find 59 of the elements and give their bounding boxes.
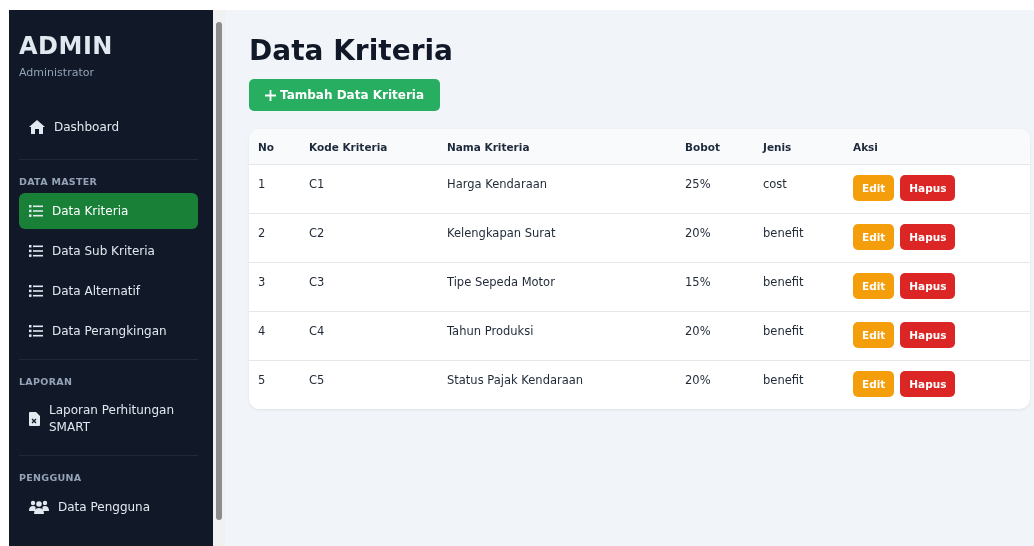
- delete-button[interactable]: Hapus: [900, 371, 956, 397]
- column-header: Bobot: [685, 140, 721, 153]
- table-cell-text: benefit: [763, 323, 805, 338]
- plus-icon: [265, 89, 276, 101]
- list-icon: [29, 205, 43, 217]
- column-header: Kode Kriteria: [309, 140, 389, 153]
- scrollbar[interactable]: [213, 10, 225, 546]
- file-icon: [29, 412, 40, 426]
- table-cell-text: C4: [309, 323, 326, 338]
- table-cell-text: benefit: [763, 225, 805, 240]
- table-cell-text: benefit: [763, 372, 805, 387]
- delete-button[interactable]: Hapus: [900, 322, 956, 348]
- column-header: Nama Kriteria: [447, 140, 531, 153]
- delete-button[interactable]: Hapus: [900, 224, 956, 250]
- nav-item[interactable]: Data Sub Kriteria: [19, 233, 198, 269]
- nav-item[interactable]: Data Pengguna: [19, 489, 198, 525]
- section-heading: LAPORAN: [19, 376, 74, 387]
- list-icon: [29, 285, 43, 297]
- delete-button[interactable]: Hapus: [900, 175, 956, 201]
- table-cell-text: 3: [258, 274, 267, 289]
- table-cell-text: 5: [258, 372, 267, 387]
- table-cell-text: C2: [309, 225, 326, 240]
- column-header: No: [258, 140, 275, 153]
- table-cell-text: benefit: [763, 274, 805, 289]
- nav-item[interactable]: Data Kriteria: [19, 193, 198, 229]
- table-cell-text: Harga Kendaraan: [447, 176, 548, 191]
- table-cell-text: C3: [309, 274, 326, 289]
- nav-item[interactable]: Dashboard: [19, 109, 198, 145]
- table-cell-text: 20%: [685, 372, 712, 387]
- table-cell-text: 15%: [685, 274, 712, 289]
- nav-item[interactable]: Laporan Perhitungan SMART: [19, 393, 198, 445]
- table-cell-text: Status Pajak Kendaraan: [447, 372, 585, 387]
- delete-button[interactable]: Hapus: [900, 273, 956, 299]
- column-header: Aksi: [853, 140, 878, 153]
- nav-item[interactable]: Data Perangkingan: [19, 313, 198, 349]
- table-cell-text: Kelengkapan Surat: [447, 225, 557, 240]
- table-cell-text: 4: [258, 323, 267, 338]
- section-heading: DATA MASTER: [19, 176, 99, 187]
- table-cell-text: Tipe Sepeda Motor: [447, 274, 556, 289]
- table-cell-text: 20%: [685, 323, 712, 338]
- add-button[interactable]: Tambah Data Kriteria: [249, 79, 441, 111]
- role-label: Administrator: [19, 66, 95, 79]
- table-cell-text: cost: [763, 176, 788, 191]
- users-icon: [29, 500, 49, 514]
- table-cell-text: 1: [258, 176, 267, 191]
- section-heading: PENGGUNA: [19, 472, 83, 483]
- column-header: Jenis: [763, 140, 793, 153]
- list-icon: [29, 245, 43, 257]
- table-cell-text: C5: [309, 372, 326, 387]
- list-icon: [29, 325, 43, 337]
- page-title: Data Kriteria: [249, 34, 454, 67]
- brand-title: ADMIN: [19, 32, 114, 60]
- home-icon: [29, 120, 45, 134]
- table-cell-text: 25%: [685, 176, 712, 191]
- nav-item[interactable]: Data Alternatif: [19, 273, 198, 309]
- table-cell-text: 20%: [685, 225, 712, 240]
- table-cell-text: 2: [258, 225, 267, 240]
- table-cell-text: Tahun Produksi: [447, 323, 535, 338]
- table-cell-text: C1: [309, 176, 326, 191]
